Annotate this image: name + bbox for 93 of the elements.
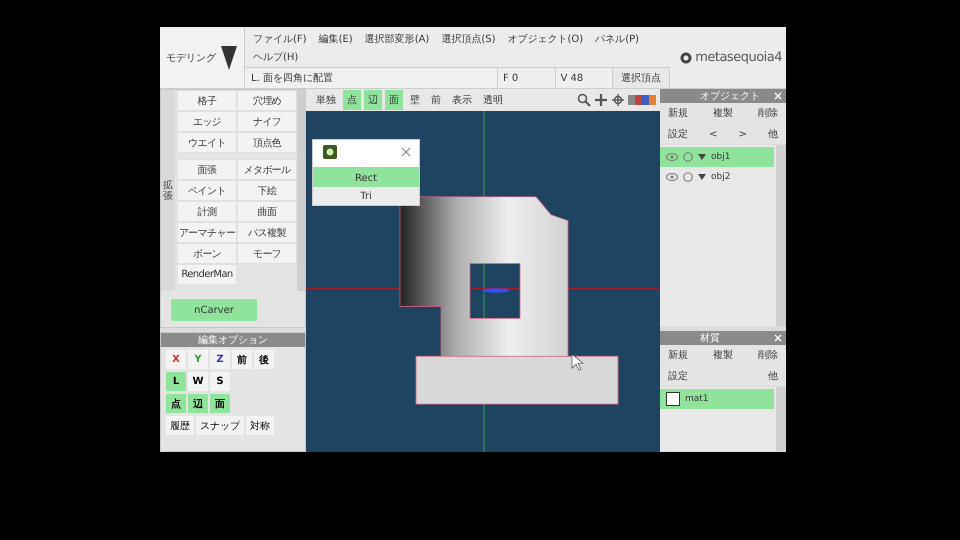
- list-item[interactable]: obj1: [660, 147, 774, 167]
- panel-button[interactable]: 新規: [664, 345, 692, 365]
- panel-title: 材質: [700, 332, 720, 345]
- option-button[interactable]: 点: [166, 394, 186, 413]
- tool-button[interactable]: モーフ: [237, 243, 297, 264]
- option-button[interactable]: 後: [254, 350, 274, 369]
- tool-button[interactable]: 穴埋め: [237, 90, 297, 111]
- panel-title: 編集オプション: [161, 333, 305, 347]
- app-icon: [323, 145, 337, 159]
- option-button[interactable]: W: [188, 372, 208, 391]
- panel-button[interactable]: <: [705, 124, 722, 144]
- tool-button[interactable]: 計測: [177, 201, 237, 222]
- tool-button[interactable]: エッジ: [177, 111, 237, 132]
- option-button[interactable]: X: [166, 350, 186, 369]
- material-swatch-icon: [666, 392, 680, 406]
- tool-button[interactable]: 格子: [177, 90, 237, 111]
- menu-item[interactable]: ヘルプ(H): [253, 50, 298, 64]
- cursor-icon: [572, 354, 584, 371]
- panel-button[interactable]: 新規: [664, 103, 692, 123]
- lock-circle-icon[interactable]: [683, 152, 693, 162]
- option-button[interactable]: 対称: [246, 416, 274, 435]
- tool-button[interactable]: ウエイト: [177, 132, 237, 153]
- option-button[interactable]: 面: [210, 394, 230, 413]
- view-button[interactable]: 前: [427, 90, 445, 110]
- panel-button[interactable]: 他: [764, 124, 782, 144]
- tool-button[interactable]: ボーン: [177, 243, 237, 264]
- panel-button[interactable]: 設定: [664, 124, 692, 144]
- tool-button[interactable]: ペイント: [177, 180, 237, 201]
- option-button[interactable]: Z: [210, 350, 230, 369]
- select-button[interactable]: 選択頂点: [613, 68, 670, 88]
- visibility-icon[interactable]: [666, 153, 678, 161]
- menu-item[interactable]: パネル(P): [595, 32, 640, 46]
- move-icon[interactable]: [594, 93, 608, 107]
- view-button[interactable]: 面: [385, 90, 403, 110]
- menu-item[interactable]: 編集(E): [318, 32, 353, 46]
- caret-icon: [220, 44, 238, 70]
- visibility-icon[interactable]: [666, 173, 678, 181]
- panel-button[interactable]: 設定: [664, 366, 692, 386]
- tool-button[interactable]: アーマチャー: [177, 222, 237, 243]
- expand-caret-icon[interactable]: [698, 174, 706, 180]
- view-button[interactable]: 辺: [364, 90, 382, 110]
- expand-caret-icon[interactable]: [698, 154, 706, 160]
- view-button[interactable]: 表示: [448, 90, 476, 110]
- command-prompt: L. 面を四角に配置: [245, 68, 498, 88]
- scrollbar[interactable]: [297, 90, 305, 291]
- view-button[interactable]: 壁: [406, 90, 424, 110]
- tool-button[interactable]: 下絵: [237, 180, 297, 201]
- panel-button[interactable]: 他: [764, 366, 782, 386]
- option-button[interactable]: 前: [232, 350, 252, 369]
- tool-button[interactable]: 曲面: [237, 201, 297, 222]
- tool-button[interactable]: ナイフ: [237, 111, 297, 132]
- shape-option[interactable]: Rect: [313, 169, 419, 187]
- menu-item[interactable]: 選択頂点(S): [441, 32, 496, 46]
- view-button[interactable]: 単独: [312, 90, 340, 110]
- option-button[interactable]: スナップ: [196, 416, 244, 435]
- option-button[interactable]: 履歴: [166, 416, 194, 435]
- plugin-button[interactable]: nCarver: [171, 299, 257, 321]
- panel-button[interactable]: >: [734, 124, 751, 144]
- panel-button[interactable]: 複製: [709, 345, 737, 365]
- scrollbar[interactable]: [776, 387, 786, 451]
- tool-button[interactable]: メタボール: [237, 159, 297, 180]
- view-button[interactable]: 透明: [479, 90, 507, 110]
- pivot-marker-icon: [482, 288, 510, 292]
- option-button[interactable]: S: [210, 372, 230, 391]
- menu-item[interactable]: オブジェクト(O): [508, 32, 584, 46]
- tool-button[interactable]: パス複製: [237, 222, 297, 243]
- menu-item[interactable]: 選択部変形(A): [364, 32, 430, 46]
- list-item[interactable]: obj2: [660, 167, 774, 187]
- panel-button[interactable]: 複製: [709, 103, 737, 123]
- lock-circle-icon[interactable]: [683, 172, 693, 182]
- tool-button[interactable]: 頂点色: [237, 132, 297, 153]
- color-palette-icon[interactable]: [628, 95, 656, 105]
- option-button[interactable]: L: [166, 372, 186, 391]
- logo-icon: [680, 52, 692, 64]
- 3d-viewport[interactable]: Rect Tri: [306, 111, 660, 452]
- menu-item[interactable]: ファイル(F): [253, 32, 307, 46]
- panel-button[interactable]: 削除: [754, 103, 782, 123]
- list-item[interactable]: mat1: [660, 389, 774, 409]
- close-icon[interactable]: [401, 147, 411, 157]
- tool-button[interactable]: 面張: [177, 159, 237, 180]
- count-field: V 48: [556, 68, 613, 88]
- option-button[interactable]: 辺: [188, 394, 208, 413]
- scrollbar[interactable]: [776, 145, 786, 326]
- mode-button[interactable]: モデリング: [160, 27, 245, 88]
- shape-option[interactable]: Tri: [313, 187, 419, 205]
- tool-button[interactable]: RenderMan: [177, 264, 237, 285]
- view-button[interactable]: 点: [343, 90, 361, 110]
- section-label: 拡張: [161, 90, 175, 291]
- rotate-icon[interactable]: [611, 93, 625, 107]
- logo-text: metasequoia4: [695, 50, 782, 65]
- zoom-icon[interactable]: [577, 93, 591, 107]
- panel-title: オブジェクト: [700, 90, 760, 103]
- panel-button[interactable]: 削除: [754, 345, 782, 365]
